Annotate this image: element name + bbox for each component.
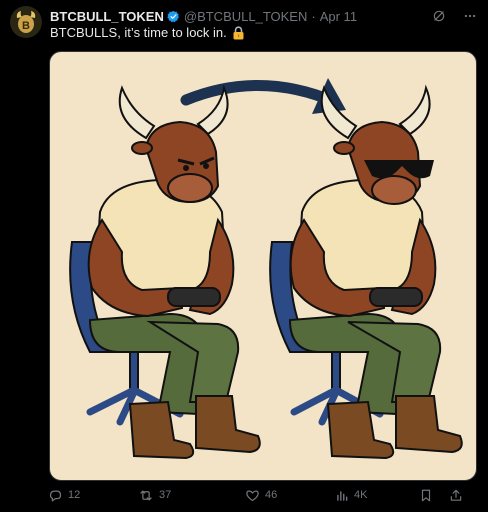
reply-button[interactable]: 12 [48,488,116,503]
arrow-icon [180,80,341,108]
tweet-text: BTCBULLS, it’s time to lock in. [50,25,227,40]
tweet-header: BTCBULL_TOKEN @BTCBULL_TOKEN · Apr 11 [50,8,478,24]
separator-dot: · [311,8,316,24]
share-icon [450,489,462,501]
bull-gamer-illustration [69,78,463,460]
tweet-text-row: BTCBULLS, it’s time to lock in. [50,25,245,40]
reply-icon [49,490,62,501]
views-button[interactable]: 4K [335,488,415,503]
tweet-image[interactable] [49,51,477,481]
verified-badge-icon [167,10,180,23]
grok-icon[interactable] [432,9,446,23]
views-count: 4K [354,489,368,501]
tweet-date[interactable]: Apr 11 [320,9,357,24]
avatar-letter: B [22,20,30,32]
avatar[interactable]: B [10,6,42,38]
bookmark-button[interactable] [419,488,433,503]
share-button[interactable] [449,488,463,503]
more-icon[interactable] [462,9,478,23]
retweet-button[interactable]: 37 [138,488,233,503]
views-icon [337,490,348,501]
left-bull [69,84,261,460]
like-count: 46 [265,489,278,501]
action-bar: 12 37 46 4K [48,486,476,504]
reply-count: 12 [68,489,81,501]
like-button[interactable]: 46 [245,488,335,503]
handle[interactable]: @BTCBULL_TOKEN [184,9,308,24]
right-bull [269,84,463,460]
retweet-icon [140,490,152,500]
like-icon [246,490,259,501]
retweet-count: 37 [159,489,172,501]
display-name[interactable]: BTCBULL_TOKEN [50,9,164,24]
lock-emoji-icon [232,25,245,40]
bookmark-icon [421,489,431,501]
